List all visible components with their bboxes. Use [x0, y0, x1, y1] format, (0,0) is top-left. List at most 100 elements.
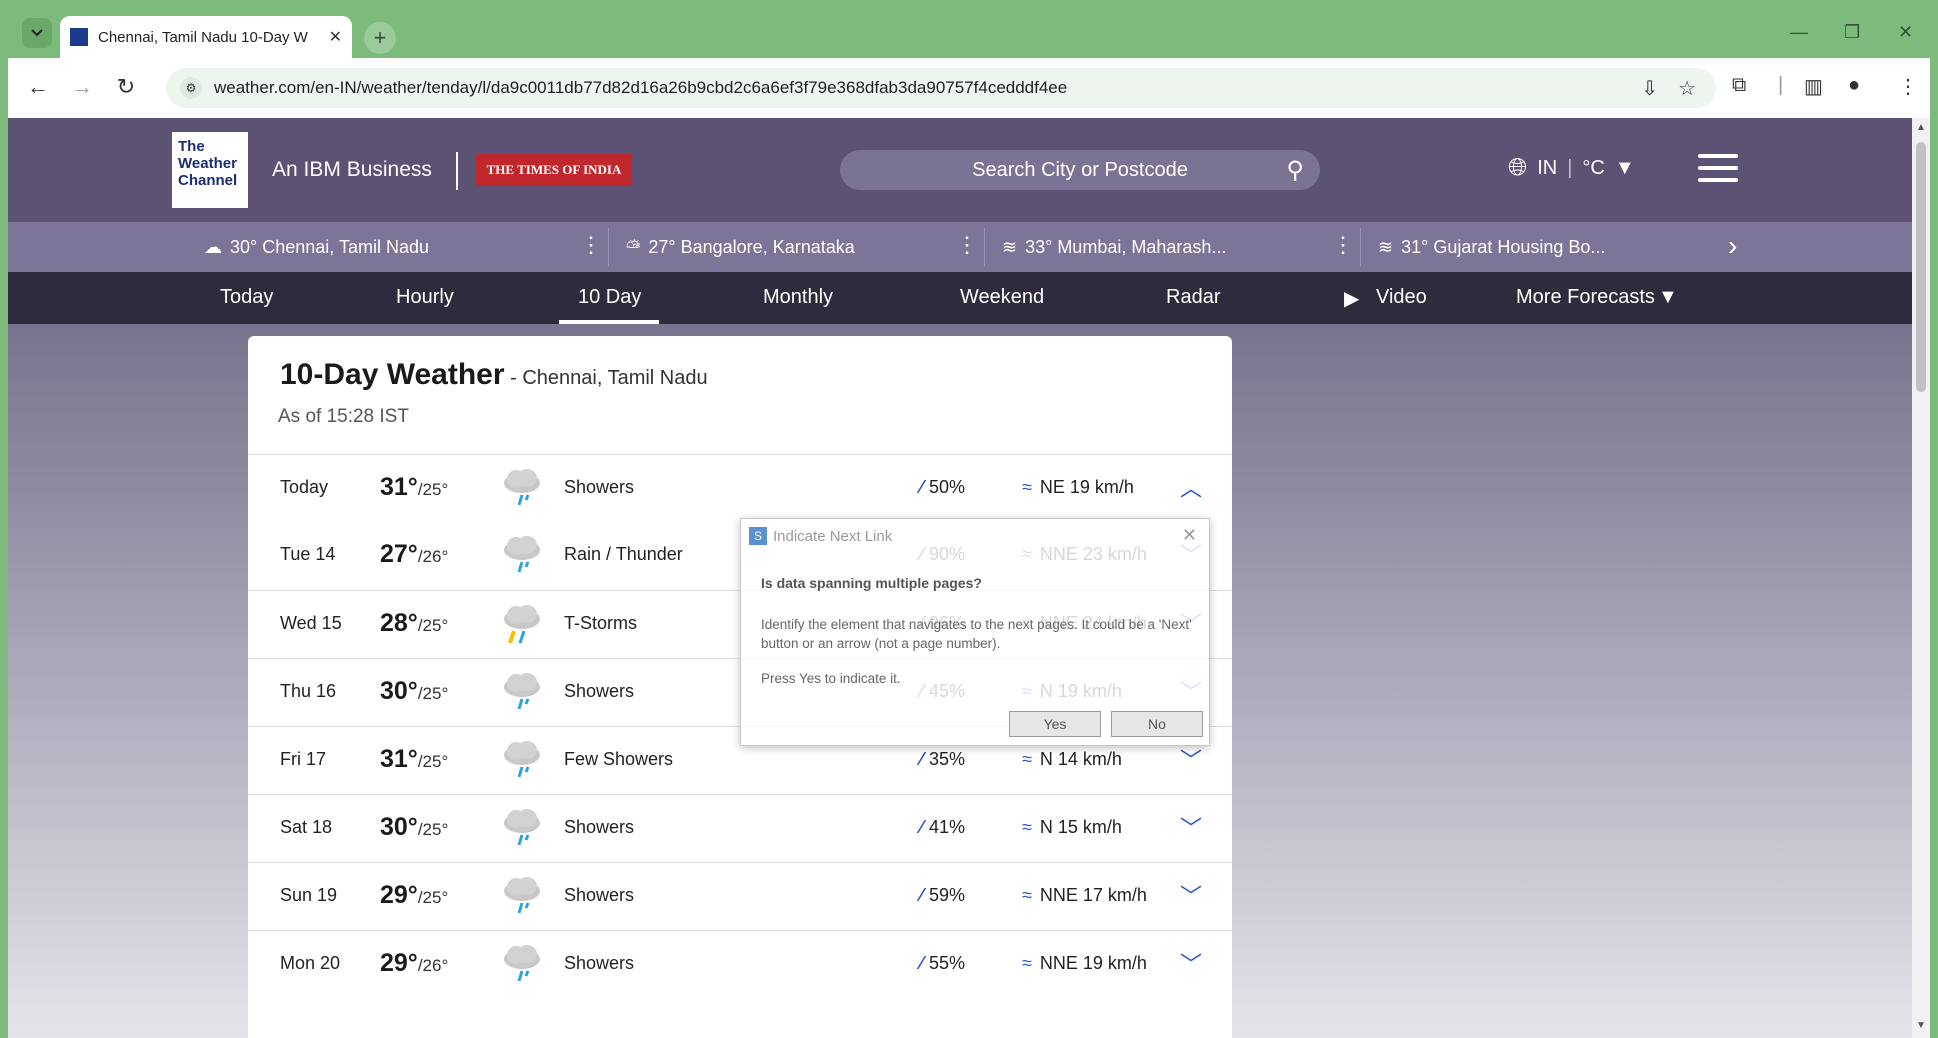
logo-line: The — [178, 138, 205, 155]
table-row[interactable]: Mon 20 29°/26° Showers ⁄ 55% ≈ NNE 19 km/h ﹀ — [248, 930, 1232, 998]
extensions-icon[interactable]: ⧉ — [1732, 74, 1746, 97]
precip-value: 55% — [929, 953, 966, 973]
active-tab[interactable]: Chennai, Tamil Nadu 10-Day W ✕ — [60, 16, 352, 58]
wind-icon: ≈ — [1022, 817, 1032, 837]
wind-value: NNE 17 km/h — [1039, 885, 1147, 905]
temp-high: 29° — [380, 881, 418, 909]
nav-radar[interactable]: Radar — [1166, 286, 1220, 309]
temp-low: /25° — [417, 888, 449, 907]
ibm-business-text: An IBM Business — [272, 158, 432, 181]
forecast-temp: 29°/26° — [380, 949, 448, 978]
table-row[interactable]: Today 31°/25° Showers ⁄ 50% ≈ NE 19 km/h ︿ — [248, 454, 1232, 522]
new-tab-button[interactable]: + — [364, 22, 396, 54]
table-row[interactable]: Sun 19 29°/25° Showers ⁄ 59% ≈ NNE 17 km/h ﹀ — [248, 862, 1232, 930]
rain-cloud-icon — [504, 536, 540, 573]
chevron-down-icon[interactable]: ﹀ — [1180, 743, 1202, 775]
no-button[interactable]: No — [1111, 711, 1203, 737]
location-label: 33° Mumbai, Maharash... — [1025, 236, 1227, 257]
site-header: The Weather Channel An IBM Business THE … — [8, 118, 1912, 222]
forecast-day: Tue 14 — [280, 544, 336, 564]
chevron-down-icon[interactable]: ﹀ — [1180, 947, 1202, 979]
forecast-day: Mon 20 — [280, 953, 341, 973]
search-input[interactable]: Search City or Postcode ⚲ — [840, 150, 1320, 190]
precipitation: ⁄ 55% — [920, 953, 965, 974]
yes-button[interactable]: Yes — [1009, 711, 1101, 737]
nav-more-forecasts[interactable]: More Forecasts — [1516, 286, 1655, 309]
precipitation: ⁄ 50% — [920, 477, 965, 498]
as-of-time: As of 15:28 IST — [278, 406, 409, 427]
wind-icon: ≈ — [1022, 885, 1032, 905]
location-chip[interactable]: ⛅︎ 27° Bangalore, Karnataka — [626, 222, 855, 272]
active-nav-indicator — [559, 320, 659, 324]
chevron-right-icon[interactable]: › — [1728, 230, 1737, 262]
scroll-up-icon[interactable]: ▲ — [1916, 122, 1926, 133]
precipitation: ⁄ 41% — [920, 817, 965, 838]
close-icon[interactable]: ✕ — [1182, 525, 1197, 546]
profile-avatar-icon[interactable]: ● — [1848, 74, 1860, 97]
wind: ≈ N 15 km/h — [1022, 817, 1122, 838]
scroll-down-icon[interactable]: ▼ — [1916, 1020, 1926, 1031]
hamburger-menu-icon[interactable] — [1698, 154, 1738, 190]
temp-low: /25° — [417, 480, 449, 499]
nav-monthly[interactable]: Monthly — [763, 286, 833, 309]
url-text[interactable]: weather.com/en-IN/weather/tenday/l/da9c0… — [214, 78, 1641, 98]
location-more-icon[interactable]: ⋮ — [1332, 232, 1354, 258]
location-more-icon[interactable]: ⋮ — [580, 232, 602, 258]
search-icon[interactable]: ⚲ — [1286, 156, 1304, 185]
nav-video[interactable]: Video — [1376, 286, 1427, 309]
chevron-down-icon[interactable]: ﹀ — [1180, 811, 1202, 843]
chevron-down-icon[interactable]: ﹀ — [1180, 879, 1202, 911]
forecast-condition: Showers — [564, 477, 635, 497]
site-info-icon[interactable]: ⚙ — [180, 77, 202, 99]
raindrop-icon: ⁄ — [920, 885, 924, 905]
browser-menu-icon[interactable]: ⋮ — [1898, 74, 1918, 99]
page-scrollbar[interactable]: ▲ ▼ — [1912, 118, 1930, 1038]
temp-low: /25° — [417, 820, 449, 839]
close-window-icon[interactable]: ✕ — [1898, 22, 1913, 43]
times-of-india-logo[interactable]: THE TIMES OF INDIA — [476, 154, 632, 186]
minimize-icon[interactable]: — — [1790, 22, 1808, 43]
reload-icon[interactable]: ↻ — [112, 74, 140, 100]
location-chip[interactable]: ☁ 30° Chennai, Tamil Nadu — [204, 222, 429, 272]
logo-line: Weather — [178, 155, 237, 172]
close-tab-icon[interactable]: ✕ — [329, 27, 342, 47]
forecast-condition: Showers — [564, 885, 635, 905]
location-chip[interactable]: ≋ 33° Mumbai, Maharash... — [1002, 222, 1226, 272]
nav-10-day[interactable]: 10 Day — [578, 286, 641, 309]
wind-value: N 15 km/h — [1039, 817, 1122, 837]
side-panel-icon[interactable]: ▥ — [1804, 74, 1823, 99]
locale-selector[interactable]: 🌐︎ IN | °C ▼ — [1508, 154, 1635, 182]
main-navigation: Today Hourly 10 Day Monthly Weekend Rada… — [8, 272, 1912, 324]
dialog-title: S Indicate Next Link — [749, 527, 892, 545]
forecast-condition: Rain / Thunder — [564, 544, 683, 564]
forecast-day: Today — [280, 477, 329, 497]
forecast-condition: Showers — [564, 817, 635, 837]
chevron-up-icon[interactable]: ︿ — [1180, 471, 1202, 503]
forecast-day: Sun 19 — [280, 885, 338, 905]
toolbar-divider: | — [1778, 74, 1784, 96]
weather-channel-logo[interactable]: The Weather Channel — [172, 132, 248, 208]
location-label: 27° Bangalore, Karnataka — [648, 236, 855, 257]
back-icon[interactable]: ← — [24, 74, 52, 100]
forecast-day: Thu 16 — [280, 681, 337, 701]
dialog-instruction: Press Yes to indicate it. — [761, 671, 901, 686]
nav-today[interactable]: Today — [220, 286, 273, 309]
install-app-icon[interactable]: ⇩ — [1641, 76, 1658, 101]
caret-down-icon: ▼ — [1614, 156, 1635, 179]
nav-weekend[interactable]: Weekend — [960, 286, 1044, 309]
bookmark-star-icon[interactable]: ☆ — [1678, 76, 1696, 101]
forward-icon[interactable]: → — [68, 74, 96, 100]
logo-line: Channel — [178, 172, 238, 189]
address-bar[interactable]: ⚙ weather.com/en-IN/weather/tenday/l/da9… — [166, 68, 1716, 108]
restore-icon[interactable]: ❐ — [1844, 22, 1860, 43]
location-more-icon[interactable]: ⋮ — [956, 232, 978, 258]
table-row[interactable]: Sat 18 30°/25° Showers ⁄ 41% ≈ N 15 km/h ﹀ — [248, 794, 1232, 862]
location-chip[interactable]: ≋ 31° Gujarat Housing Bo... — [1378, 222, 1605, 272]
dialog-question: Is data spanning multiple pages? — [761, 575, 982, 591]
indicate-next-link-dialog: S Indicate Next Link ✕ Is data spanning … — [740, 518, 1210, 746]
tab-search-button[interactable] — [22, 18, 52, 48]
precip-value: 59% — [929, 885, 966, 905]
nav-hourly[interactable]: Hourly — [396, 286, 454, 309]
scrollbar-thumb[interactable] — [1916, 142, 1926, 392]
location-divider — [1360, 228, 1361, 266]
